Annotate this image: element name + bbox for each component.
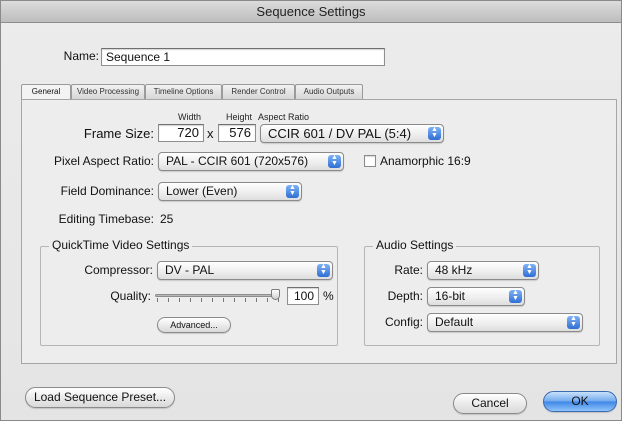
aspect-ratio-caption: Aspect Ratio [258, 112, 310, 122]
aspect-ratio-popup[interactable]: CCIR 601 / DV PAL (5:4) ▲ ▼ [260, 124, 444, 143]
sequence-settings-window: Sequence Settings Name: Sequence 1 Gener… [0, 0, 622, 421]
cancel-button[interactable]: Cancel [453, 393, 527, 414]
tab-general[interactable]: General [21, 84, 71, 100]
pixel-aspect-value: PAL - CCIR 601 (720x576) [166, 154, 309, 168]
width-caption: Width [178, 112, 202, 122]
editing-timebase-label: Editing Timebase: [58, 212, 154, 226]
name-label: Name: [63, 49, 99, 63]
field-dominance-popup[interactable]: Lower (Even) ▲ ▼ [158, 182, 302, 201]
up-down-arrows-icon: ▲ ▼ [286, 184, 299, 198]
advanced-button[interactable]: Advanced... [157, 317, 231, 333]
quality-slider-thumb[interactable] [271, 289, 280, 300]
frame-height-field[interactable]: 576 [218, 124, 256, 142]
depth-label: Depth: [387, 289, 423, 303]
tab-render-control[interactable]: Render Control [222, 84, 295, 99]
config-value: Default [435, 315, 474, 329]
compressor-popup[interactable]: DV - PAL ▲ ▼ [157, 261, 333, 280]
window-title: Sequence Settings [1, 1, 621, 23]
rate-value: 48 kHz [435, 263, 473, 277]
up-down-arrows-icon: ▲ ▼ [523, 263, 536, 277]
pixel-aspect-label: Pixel Aspect Ratio: [53, 154, 154, 168]
audio-settings-group: Audio Settings Rate: 48 kHz ▲ ▼ Depth: 16… [364, 238, 600, 346]
anamorphic-checkbox[interactable] [364, 155, 376, 167]
ok-button[interactable]: OK [543, 391, 617, 412]
name-field[interactable]: Sequence 1 [101, 48, 385, 66]
editing-timebase-value: 25 [160, 212, 174, 226]
up-down-arrows-icon: ▲ ▼ [509, 289, 522, 303]
quality-slider-ticks [157, 298, 279, 302]
depth-value: 16-bit [435, 289, 466, 303]
up-down-arrows-icon: ▲ ▼ [328, 154, 341, 168]
depth-popup[interactable]: 16-bit ▲ ▼ [427, 287, 525, 306]
quicktime-group-title: QuickTime Video Settings [49, 238, 193, 252]
compressor-label: Compressor: [84, 263, 153, 277]
field-dominance-label: Field Dominance: [60, 184, 154, 198]
anamorphic-label: Anamorphic 16:9 [380, 154, 471, 168]
quality-unit: % [323, 289, 334, 303]
quality-label: Quality: [110, 289, 151, 303]
config-label: Config: [384, 315, 423, 329]
height-caption: Height [226, 112, 253, 122]
load-sequence-preset-button[interactable]: Load Sequence Preset... [25, 387, 175, 408]
general-panel: Width Height Aspect Ratio Frame Size: 72… [21, 99, 617, 364]
rate-popup[interactable]: 48 kHz ▲ ▼ [427, 261, 539, 280]
pixel-aspect-popup[interactable]: PAL - CCIR 601 (720x576) ▲ ▼ [158, 152, 344, 171]
rate-label: Rate: [394, 263, 423, 277]
times-sign: x [207, 126, 214, 141]
field-dominance-value: Lower (Even) [166, 184, 238, 198]
tab-timeline-options[interactable]: Timeline Options [145, 84, 222, 99]
tab-video-processing[interactable]: Video Processing [71, 84, 145, 99]
compressor-value: DV - PAL [165, 263, 215, 277]
up-down-arrows-icon: ▲ ▼ [317, 263, 330, 277]
tab-audio-outputs[interactable]: Audio Outputs [295, 84, 363, 99]
up-down-arrows-icon: ▲ ▼ [428, 126, 441, 140]
quality-field[interactable]: 100 [287, 287, 319, 305]
aspect-ratio-value: CCIR 601 / DV PAL (5:4) [268, 126, 412, 141]
up-down-arrows-icon: ▲ ▼ [567, 315, 580, 329]
quality-slider[interactable] [155, 294, 279, 297]
frame-size-label: Frame Size: [83, 126, 154, 141]
frame-width-field[interactable]: 720 [158, 124, 204, 142]
audio-group-title: Audio Settings [373, 238, 457, 252]
quicktime-settings-group: QuickTime Video Settings Compressor: DV … [40, 238, 338, 346]
config-popup[interactable]: Default ▲ ▼ [427, 313, 583, 332]
